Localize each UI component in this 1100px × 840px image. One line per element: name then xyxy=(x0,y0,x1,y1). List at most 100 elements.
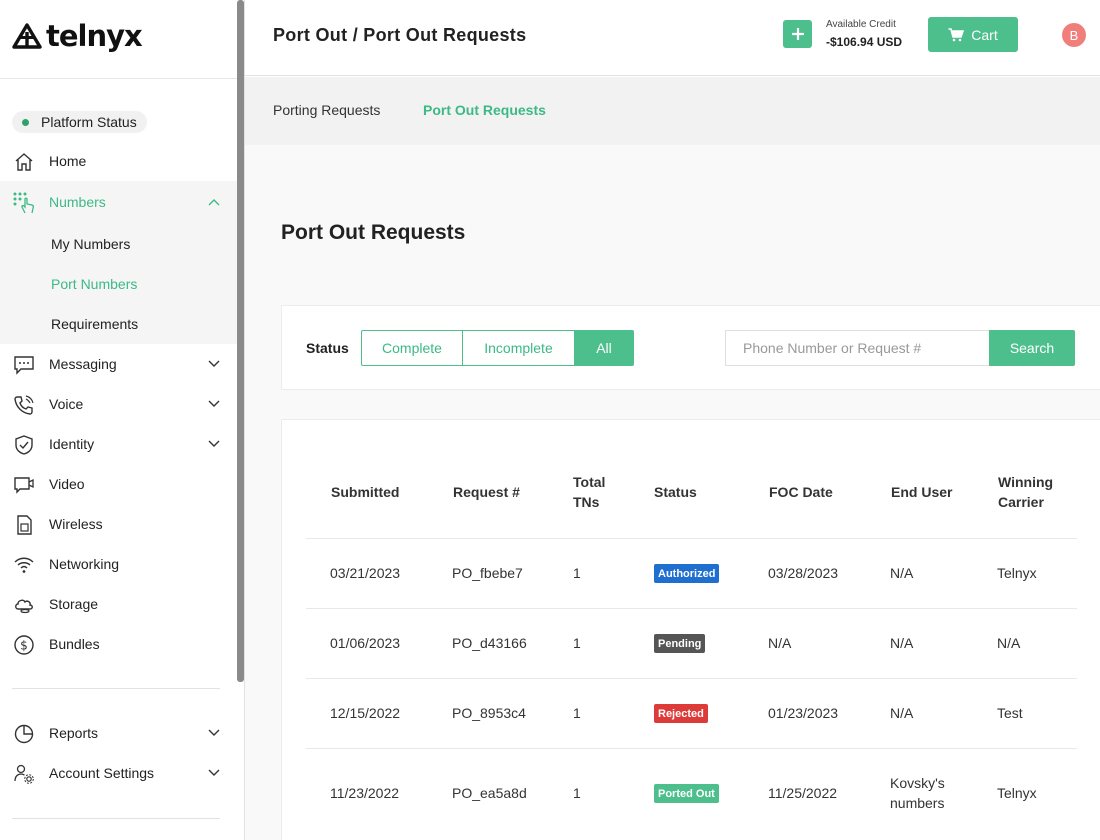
search-button[interactable]: Search xyxy=(989,330,1075,366)
sidebar-item-label: Video xyxy=(49,476,85,492)
sidebar-item-label: Account Settings xyxy=(49,765,155,781)
cell-carrier: Test xyxy=(997,705,1023,721)
port-out-table: Submitted Request # Total TNs Status FOC… xyxy=(281,419,1100,840)
table-row[interactable]: 12/15/2022 PO_8953c4 1 Rejected 01/23/20… xyxy=(306,678,1077,748)
platform-status-label: Platform Status xyxy=(41,114,137,130)
table-row[interactable]: 03/21/2023 PO_fbebe7 1 Authorized 03/28/… xyxy=(306,538,1077,608)
table-row[interactable]: 01/06/2023 PO_d43166 1 Pending N/A N/A N… xyxy=(306,608,1077,678)
sidebar-item-messaging[interactable]: Messaging xyxy=(0,344,237,384)
cell-total: 1 xyxy=(573,635,581,651)
tab-port-out-requests[interactable]: Port Out Requests xyxy=(423,102,546,118)
sidebar-item-storage[interactable]: Storage xyxy=(0,584,237,624)
column-header-submitted[interactable]: Submitted xyxy=(331,482,399,502)
column-header-status[interactable]: Status xyxy=(654,482,697,502)
sidebar-item-account-settings[interactable]: Account Settings xyxy=(0,753,237,793)
sidebar-item-label: Identity xyxy=(49,436,95,452)
column-header-foc-date[interactable]: FOC Date xyxy=(769,482,833,502)
sidebar-item-label: Home xyxy=(49,153,87,169)
cell-request[interactable]: PO_ea5a8d xyxy=(452,783,527,803)
cell-foc: N/A xyxy=(768,635,792,651)
section-title: Port Out Requests xyxy=(281,221,466,244)
cart-icon xyxy=(948,27,965,41)
sidebar-item-label: Messaging xyxy=(49,356,117,372)
column-header-end-user[interactable]: End User xyxy=(891,482,952,502)
sidebar-item-video[interactable]: Video xyxy=(0,464,237,504)
cell-request[interactable]: PO_fbebe7 xyxy=(452,563,523,583)
bundles-icon: $ xyxy=(14,635,34,655)
cell-carrier: Telnyx xyxy=(997,565,1037,581)
cell-foc: 11/25/2022 xyxy=(768,785,838,801)
sidebar-subitem-port-numbers[interactable]: Port Numbers xyxy=(51,276,137,292)
cell-end-user: N/A xyxy=(890,635,914,651)
svg-text:$: $ xyxy=(20,639,28,653)
sidebar: telnyx Platform Status Home Numbers My N… xyxy=(0,0,237,840)
logo-text: telnyx xyxy=(46,19,143,53)
sidebar-item-wireless[interactable]: Wireless xyxy=(0,504,237,544)
cell-total: 1 xyxy=(573,785,581,801)
voice-icon xyxy=(14,395,34,415)
cell-foc: 01/23/2023 xyxy=(768,705,839,721)
plus-icon xyxy=(791,28,804,40)
sidebar-item-label: Voice xyxy=(49,396,84,412)
sidebar-item-bundles[interactable]: $ Bundles xyxy=(0,624,237,664)
sidebar-item-numbers[interactable]: Numbers xyxy=(0,182,237,222)
status-badge: Ported Out xyxy=(654,784,719,803)
messaging-icon xyxy=(14,356,34,375)
column-header-total-tns[interactable]: Total TNs xyxy=(573,472,613,512)
sidebar-item-label: Wireless xyxy=(49,516,103,532)
filter-complete-button[interactable]: Complete xyxy=(361,330,463,366)
status-badge: Authorized xyxy=(654,564,720,583)
filter-all-button[interactable]: All xyxy=(574,330,634,366)
numbers-icon xyxy=(13,192,34,214)
sidebar-item-label: Networking xyxy=(49,556,120,572)
sidebar-divider xyxy=(12,818,220,819)
sidebar-item-identity[interactable]: Identity xyxy=(0,424,237,464)
cell-carrier: N/A xyxy=(997,635,1021,651)
credit-label: Available Credit xyxy=(826,19,896,30)
page-title: Port Out / Port Out Requests xyxy=(273,25,527,45)
chevron-up-icon xyxy=(208,199,220,206)
filter-incomplete-button[interactable]: Incomplete xyxy=(462,330,575,366)
networking-icon xyxy=(14,557,34,573)
platform-status-link[interactable]: Platform Status xyxy=(12,111,147,133)
avatar[interactable]: B xyxy=(1062,23,1086,47)
cell-request[interactable]: PO_d43166 xyxy=(452,633,527,653)
top-bar: Port Out / Port Out Requests Available C… xyxy=(245,0,1100,76)
sidebar-subitem-requirements[interactable]: Requirements xyxy=(51,316,138,332)
sidebar-item-networking[interactable]: Networking xyxy=(0,544,237,584)
storage-icon xyxy=(15,599,33,614)
table-row[interactable]: 11/23/2022 PO_ea5a8d 1 Ported Out 11/25/… xyxy=(306,748,1077,838)
account-settings-icon xyxy=(14,764,34,784)
chevron-down-icon xyxy=(208,769,220,776)
wireless-icon xyxy=(17,515,32,535)
add-credit-button[interactable] xyxy=(783,20,812,48)
home-icon xyxy=(15,153,33,171)
cell-submitted: 01/06/2023 xyxy=(330,635,401,651)
cell-request[interactable]: PO_8953c4 xyxy=(452,703,526,723)
cell-end-user: Kovsky's numbers xyxy=(890,775,945,811)
sidebar-item-reports[interactable]: Reports xyxy=(0,713,237,753)
cell-submitted: 03/21/2023 xyxy=(330,565,401,581)
cart-label: Cart xyxy=(971,26,998,43)
sidebar-scrollbar[interactable] xyxy=(237,0,244,682)
column-header-request[interactable]: Request # xyxy=(453,482,520,502)
tab-porting-requests[interactable]: Porting Requests xyxy=(273,102,380,118)
sidebar-divider xyxy=(12,688,220,689)
reports-icon xyxy=(14,724,34,744)
main-content: Port Out Requests Status Complete Incomp… xyxy=(245,145,1100,840)
sidebar-item-label: Numbers xyxy=(49,194,106,210)
sidebar-subitem-my-numbers[interactable]: My Numbers xyxy=(51,236,130,252)
chevron-down-icon xyxy=(208,360,220,367)
sidebar-item-home[interactable]: Home xyxy=(0,141,237,181)
cart-button[interactable]: Cart xyxy=(928,17,1018,52)
column-header-winning-carrier[interactable]: Winning Carrier xyxy=(998,472,1068,512)
cell-submitted: 11/23/2022 xyxy=(330,785,400,801)
video-icon xyxy=(14,477,34,494)
telnyx-logo[interactable]: telnyx xyxy=(12,19,143,53)
cell-end-user: N/A xyxy=(890,705,914,721)
sidebar-item-voice[interactable]: Voice xyxy=(0,384,237,424)
search-input[interactable]: Phone Number or Request # xyxy=(725,330,990,366)
chevron-down-icon xyxy=(208,729,220,736)
cell-total: 1 xyxy=(573,705,581,721)
cell-submitted: 12/15/2022 xyxy=(330,705,401,721)
